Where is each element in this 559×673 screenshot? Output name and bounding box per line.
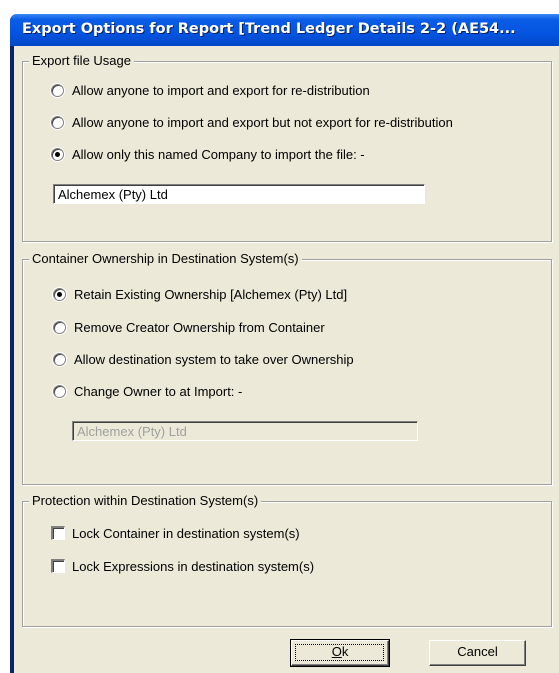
ownership-legend: Container Ownership in Destination Syste…	[29, 251, 302, 266]
option-label: Retain Existing Ownership [Alchemex (Pty…	[74, 287, 348, 302]
option-label: Change Owner to at Import: -	[74, 384, 243, 399]
ownership-group: Container Ownership in Destination Syste…	[22, 251, 552, 485]
radio-button[interactable]	[53, 353, 66, 366]
option-label: Remove Creator Ownership from Container	[74, 320, 325, 335]
company-name-input[interactable]: Alchemex (Pty) Ltd	[53, 184, 425, 204]
checkbox[interactable]	[51, 559, 65, 573]
option-label: Allow anyone to import and export but no…	[72, 115, 453, 130]
export-usage-group: Export file Usage Allow anyone to import…	[22, 53, 552, 242]
protection-legend: Protection within Destination System(s)	[29, 493, 262, 508]
dialog-client-area: Export file Usage Allow anyone to import…	[14, 46, 559, 673]
radio-button[interactable]	[53, 321, 66, 334]
radio-button[interactable]	[51, 84, 64, 97]
checkbox-label: Lock Expressions in destination system(s…	[72, 559, 315, 574]
radio-button[interactable]	[53, 385, 66, 398]
ok-label-rest: k	[341, 644, 349, 659]
radio-selected-dot	[57, 292, 62, 297]
option-label: Allow anyone to import and export for re…	[72, 83, 370, 98]
cancel-button[interactable]: Cancel	[429, 640, 526, 666]
title-bar[interactable]: Export Options for Report [Trend Ledger …	[10, 14, 559, 46]
window-title: Export Options for Report [Trend Ledger …	[22, 21, 516, 37]
radio-button-selected[interactable]	[51, 148, 64, 161]
option-label: Allow only this named Company to import …	[72, 147, 365, 162]
ok-button[interactable]: Ok	[290, 639, 390, 667]
radio-button[interactable]	[51, 116, 64, 129]
new-owner-input: Alchemex (Pty) Ltd	[72, 421, 418, 441]
ok-button-label: Ok	[332, 644, 349, 659]
checkbox-label: Lock Container in destination system(s)	[72, 526, 300, 541]
radio-button-selected[interactable]	[53, 288, 66, 301]
radio-selected-dot	[55, 152, 60, 157]
checkbox[interactable]	[51, 526, 65, 540]
option-label: Allow destination system to take over Ow…	[74, 352, 354, 367]
export-usage-legend: Export file Usage	[29, 53, 134, 68]
protection-group: Protection within Destination System(s) …	[22, 493, 552, 627]
ok-mnemonic: O	[331, 644, 342, 659]
cancel-button-label: Cancel	[457, 644, 498, 659]
dialog-window: Export Options for Report [Trend Ledger …	[10, 14, 559, 673]
